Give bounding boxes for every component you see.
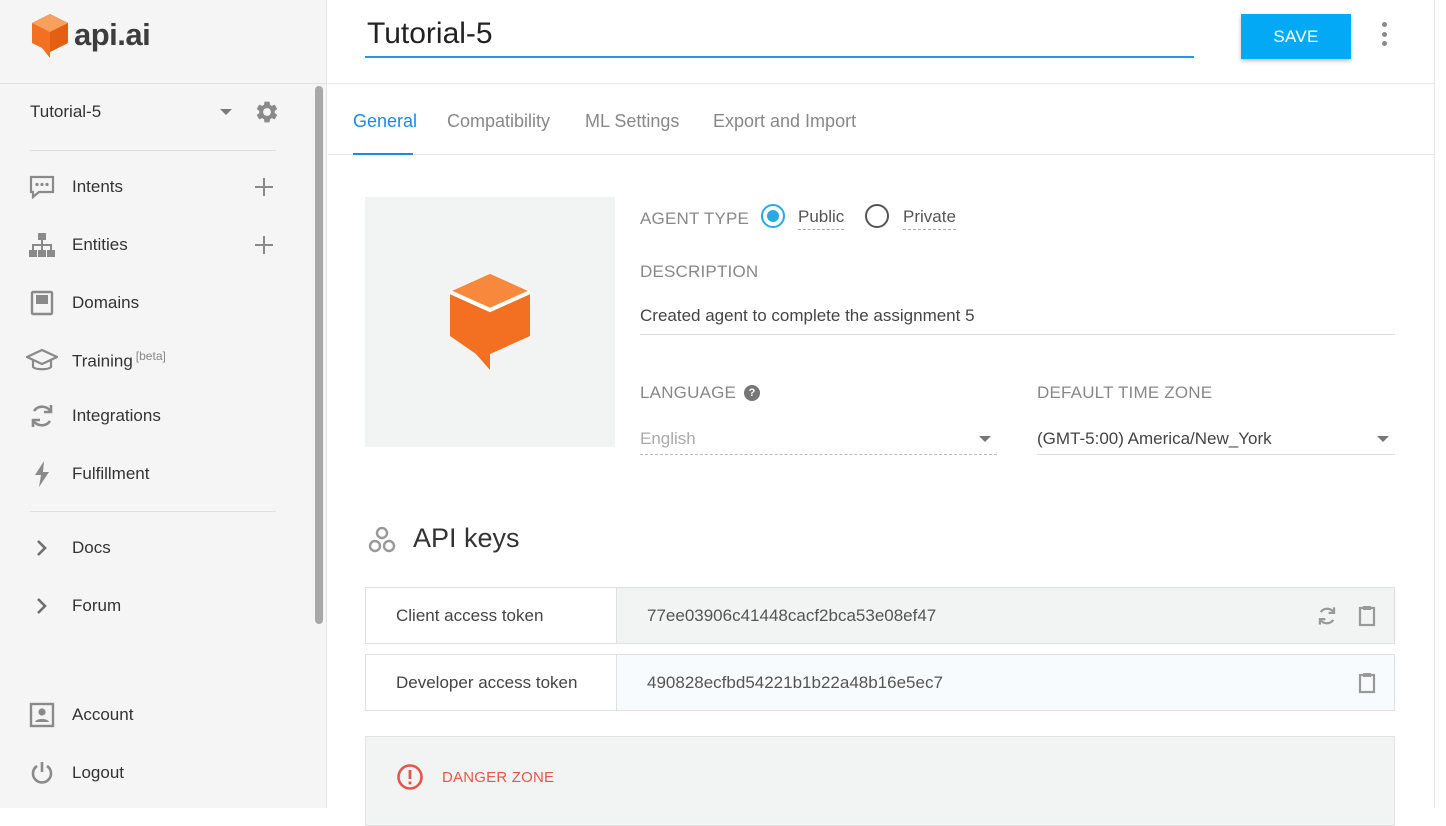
sidebar-item-label: Logout <box>72 763 124 782</box>
caret-down-icon <box>979 436 991 442</box>
api-keys-title: API keys <box>413 523 520 553</box>
developer-token-row: Developer access token 490828ecfbd54221b… <box>365 654 1395 711</box>
sidebar-link-docs[interactable]: Docs <box>26 528 282 568</box>
lightning-icon <box>26 458 58 490</box>
sidebar-item-training[interactable]: Training [beta] <box>26 340 282 380</box>
danger-zone-label: DANGER ZONE <box>442 769 555 786</box>
private-radio[interactable] <box>865 204 889 228</box>
brand-name: api.ai <box>74 17 151 52</box>
tab-export-import[interactable]: Export and Import <box>713 111 856 132</box>
active-tab-indicator <box>353 153 413 155</box>
add-intent-button[interactable] <box>254 177 274 197</box>
language-label: LANGUAGE? <box>640 383 761 403</box>
developer-token-label: Developer access token <box>366 655 617 710</box>
danger-zone-panel[interactable]: DANGER ZONE <box>365 736 1395 826</box>
client-token-field[interactable]: 77ee03906c41448cacf2bca53e08ef47 <box>617 588 1394 643</box>
clipboard-icon[interactable] <box>1358 605 1376 627</box>
sidebar-item-label: Integrations <box>72 406 161 425</box>
sidebar-item-account[interactable]: Account <box>26 695 282 735</box>
api-ai-logo-icon <box>32 14 68 58</box>
clipboard-icon[interactable] <box>1358 672 1376 694</box>
agent-avatar[interactable] <box>365 197 615 447</box>
sidebar-item-logout[interactable]: Logout <box>26 753 282 793</box>
sidebar-item-integrations[interactable]: Integrations <box>26 396 282 436</box>
sidebar-link-forum[interactable]: Forum <box>26 586 282 626</box>
sidebar-item-label: Intents <box>72 177 124 196</box>
timezone-select[interactable]: (GMT-5:00) America/New_York <box>1037 423 1395 455</box>
language-select[interactable]: English <box>640 423 997 455</box>
description-label: DESCRIPTION <box>640 262 759 281</box>
divider <box>30 511 276 512</box>
timezone-label: DEFAULT TIME ZONE <box>1037 383 1213 402</box>
power-icon <box>26 757 58 789</box>
logo[interactable]: api.ai <box>30 10 151 60</box>
caret-down-icon[interactable] <box>220 109 232 115</box>
divider <box>30 150 276 151</box>
hierarchy-icon <box>26 229 58 261</box>
developer-token-value[interactable]: 490828ecfbd54221b1b22a48b16e5ec7 <box>647 673 943 693</box>
book-icon <box>26 287 58 319</box>
agent-title-input[interactable] <box>365 12 1194 58</box>
refresh-icon[interactable] <box>1316 605 1338 627</box>
divider <box>0 83 327 84</box>
page-scrollbar-track <box>1434 0 1446 808</box>
beta-badge: [beta] <box>135 348 166 363</box>
chat-icon <box>26 171 58 203</box>
chevron-right-icon <box>26 590 58 622</box>
add-entity-button[interactable] <box>254 235 274 255</box>
caret-down-icon <box>1377 436 1389 442</box>
sidebar-item-label: Domains <box>72 293 140 312</box>
client-token-label: Client access token <box>366 588 617 643</box>
sidebar-item-fulfillment[interactable]: Fulfillment <box>26 454 282 494</box>
agent-name: Tutorial-5 <box>30 102 102 121</box>
tab-ml-settings[interactable]: ML Settings <box>585 111 679 132</box>
save-button[interactable]: SAVE <box>1241 14 1351 59</box>
public-radio[interactable] <box>761 204 785 228</box>
timezone-value: (GMT-5:00) America/New_York <box>1037 428 1272 448</box>
sidebar-item-intents[interactable]: Intents <box>26 167 282 207</box>
tab-compatibility[interactable]: Compatibility <box>447 111 550 132</box>
account-icon <box>26 699 58 731</box>
agent-avatar-icon <box>449 274 531 370</box>
sidebar-scrollbar[interactable] <box>315 86 323 624</box>
training-label: Training <box>72 351 133 371</box>
sidebar-item-label: Training [beta] <box>72 349 282 372</box>
private-radio-label[interactable]: Private <box>903 207 956 230</box>
sidebar-item-label: Fulfillment <box>72 464 150 483</box>
sidebar-item-label: Entities <box>72 235 128 254</box>
tab-general[interactable]: General <box>353 111 417 132</box>
language-label-text: LANGUAGE <box>640 383 737 402</box>
public-radio-label[interactable]: Public <box>798 207 845 230</box>
key-nodes-icon <box>368 526 396 553</box>
client-token-row: Client access token 77ee03906c41448cacf2… <box>365 587 1395 644</box>
gear-icon[interactable] <box>254 99 280 125</box>
chevron-right-icon <box>26 532 58 564</box>
sidebar-item-entities[interactable]: Entities <box>26 225 282 265</box>
language-value: English <box>640 428 696 448</box>
more-options-icon[interactable] <box>1377 22 1391 46</box>
client-token-value[interactable]: 77ee03906c41448cacf2bca53e08ef47 <box>647 606 936 626</box>
settings-tabs: General Compatibility ML Settings Export… <box>328 85 1434 155</box>
sync-icon <box>26 400 58 432</box>
agent-selector[interactable]: Tutorial-5 <box>30 96 280 128</box>
header: SAVE <box>328 0 1434 84</box>
graduation-cap-icon <box>26 344 58 376</box>
agent-type-label: AGENT TYPE <box>640 209 750 228</box>
alert-icon <box>397 764 423 790</box>
description-field[interactable]: Created agent to complete the assignment… <box>640 306 1395 335</box>
help-icon[interactable]: ? <box>744 385 761 401</box>
sidebar-item-label: Forum <box>72 596 122 615</box>
sidebar: api.ai Tutorial-5 Intents Entities Domai… <box>0 0 327 808</box>
sidebar-item-domains[interactable]: Domains <box>26 283 282 323</box>
developer-token-field[interactable]: 490828ecfbd54221b1b22a48b16e5ec7 <box>617 655 1394 710</box>
sidebar-item-label: Docs <box>72 538 111 557</box>
sidebar-item-label: Account <box>72 705 134 724</box>
